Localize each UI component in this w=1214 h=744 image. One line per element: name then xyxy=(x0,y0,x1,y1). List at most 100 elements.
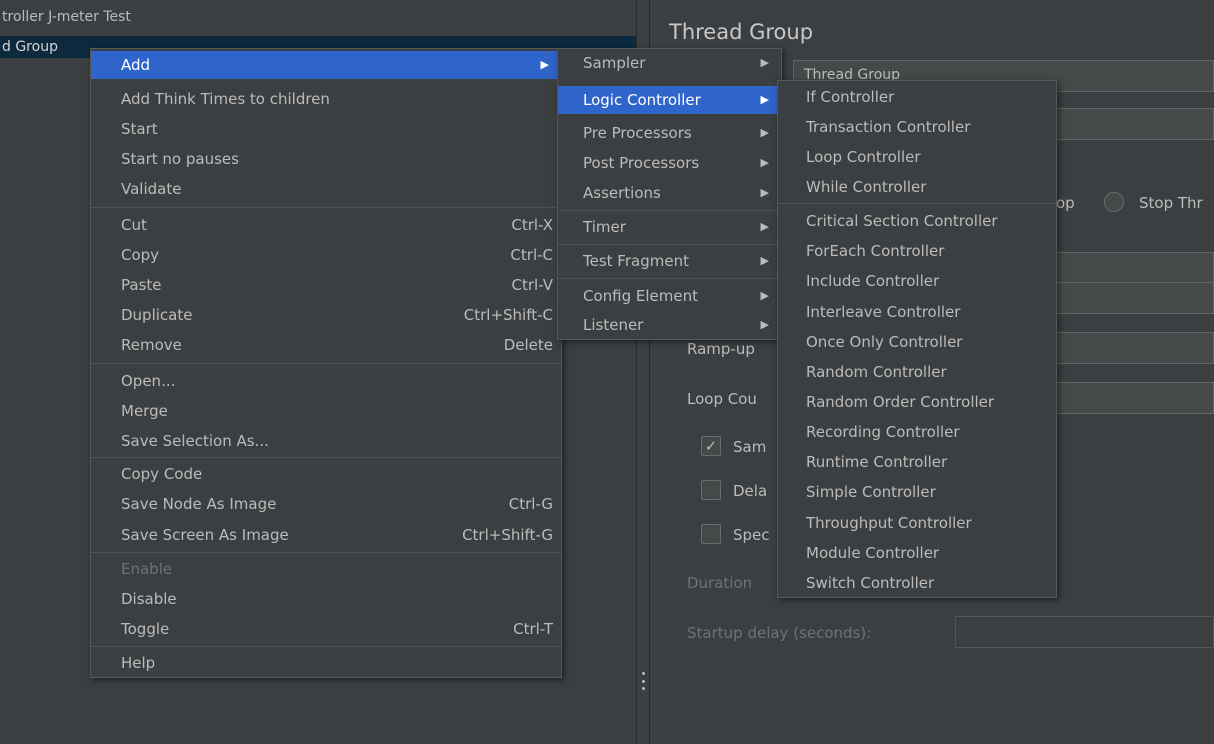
menu-item-help[interactable]: Help xyxy=(91,649,561,677)
menu-item-start-no-pauses[interactable]: Start no pauses xyxy=(91,145,561,173)
logic-controller-submenu: If Controller Transaction Controller Loo… xyxy=(777,80,1057,598)
submenu-arrow-icon: ▶ xyxy=(760,254,769,267)
logic-item-while-controller[interactable]: While Controller xyxy=(778,173,1056,201)
same-user-checkbox[interactable]: ✓ xyxy=(701,436,721,456)
menu-item-label: While Controller xyxy=(806,178,927,196)
logic-item-runtime-controller[interactable]: Runtime Controller xyxy=(778,448,1056,476)
menu-item-label: Module Controller xyxy=(806,544,940,562)
menu-item-save-node-as-image[interactable]: Save Node As Image Ctrl-G xyxy=(91,490,561,518)
submenu-arrow-icon: ▶ xyxy=(760,220,769,233)
menu-item-enable: Enable xyxy=(91,555,561,583)
submenu-item-assertions[interactable]: Assertions ▶ xyxy=(558,179,781,207)
menu-item-save-selection-as[interactable]: Save Selection As... xyxy=(91,427,561,455)
submenu-arrow-icon: ▶ xyxy=(760,156,769,169)
logic-item-random-controller[interactable]: Random Controller xyxy=(778,358,1056,386)
submenu-item-post-processors[interactable]: Post Processors ▶ xyxy=(558,149,781,177)
menu-separator xyxy=(91,363,561,364)
specify-lifetime-label: Spec xyxy=(733,526,770,544)
menu-separator xyxy=(91,646,561,647)
menu-item-validate[interactable]: Validate xyxy=(91,175,561,203)
menu-item-duplicate[interactable]: Duplicate Ctrl+Shift-C xyxy=(91,301,561,329)
menu-item-label: Simple Controller xyxy=(806,483,936,501)
menu-item-toggle[interactable]: Toggle Ctrl-T xyxy=(91,615,561,643)
submenu-item-logic-controller[interactable]: Logic Controller ▶ xyxy=(558,86,781,114)
page-title: Thread Group xyxy=(669,20,814,44)
submenu-item-timer[interactable]: Timer ▶ xyxy=(558,213,781,241)
stop-thread-radio[interactable] xyxy=(1104,192,1124,212)
submenu-arrow-icon: ▶ xyxy=(760,93,769,106)
menu-item-label: Critical Section Controller xyxy=(806,212,998,230)
menu-item-label: Pre Processors xyxy=(583,124,692,142)
menu-item-label: Copy Code xyxy=(121,465,203,483)
menu-item-copy-code[interactable]: Copy Code xyxy=(91,460,561,488)
specify-lifetime-checkbox[interactable] xyxy=(701,524,721,544)
submenu-arrow-icon: ▶ xyxy=(760,289,769,302)
menu-item-label: Include Controller xyxy=(806,272,940,290)
logic-item-loop-controller[interactable]: Loop Controller xyxy=(778,143,1056,171)
menu-item-disable[interactable]: Disable xyxy=(91,585,561,613)
menu-item-label: Logic Controller xyxy=(583,91,701,109)
logic-item-interleave-controller[interactable]: Interleave Controller xyxy=(778,298,1056,326)
logic-item-random-order-controller[interactable]: Random Order Controller xyxy=(778,388,1056,416)
menu-item-cut[interactable]: Cut Ctrl-X xyxy=(91,211,561,239)
menu-item-label: Loop Controller xyxy=(806,148,921,166)
submenu-arrow-icon: ▶ xyxy=(540,58,549,71)
menu-item-label: Recording Controller xyxy=(806,423,960,441)
menu-item-label: Random Order Controller xyxy=(806,393,995,411)
menu-item-label: Save Screen As Image xyxy=(121,526,289,544)
menu-item-save-screen-as-image[interactable]: Save Screen As Image Ctrl+Shift-G xyxy=(91,521,561,549)
menu-item-label: Transaction Controller xyxy=(806,118,971,136)
menu-separator xyxy=(558,244,781,245)
logic-item-include-controller[interactable]: Include Controller xyxy=(778,267,1056,295)
submenu-item-listener[interactable]: Listener ▶ xyxy=(558,311,781,339)
startup-delay-input[interactable] xyxy=(955,616,1214,648)
logic-item-critical-section-controller[interactable]: Critical Section Controller xyxy=(778,207,1056,235)
submenu-item-test-fragment[interactable]: Test Fragment ▶ xyxy=(558,247,781,275)
menu-item-shortcut: Ctrl+Shift-G xyxy=(462,526,553,544)
logic-item-recording-controller[interactable]: Recording Controller xyxy=(778,418,1056,446)
logic-item-once-only-controller[interactable]: Once Only Controller xyxy=(778,328,1056,356)
menu-item-label: Merge xyxy=(121,402,168,420)
logic-item-if-controller[interactable]: If Controller xyxy=(778,83,1056,111)
logic-item-transaction-controller[interactable]: Transaction Controller xyxy=(778,113,1056,141)
delay-thread-label: Dela xyxy=(733,482,768,500)
logic-item-throughput-controller[interactable]: Throughput Controller xyxy=(778,509,1056,537)
menu-item-shortcut: Ctrl-C xyxy=(510,246,553,264)
menu-item-merge[interactable]: Merge xyxy=(91,397,561,425)
submenu-arrow-icon: ▶ xyxy=(760,186,769,199)
menu-item-label: Test Fragment xyxy=(583,252,689,270)
menu-item-copy[interactable]: Copy Ctrl-C xyxy=(91,241,561,269)
tree-node-test-plan[interactable]: troller J-meter Test xyxy=(0,6,636,28)
submenu-item-pre-processors[interactable]: Pre Processors ▶ xyxy=(558,119,781,147)
menu-separator xyxy=(91,207,561,208)
submenu-item-sampler[interactable]: Sampler ▶ xyxy=(558,49,781,77)
menu-item-add-think-times[interactable]: Add Think Times to children xyxy=(91,85,561,113)
menu-item-start[interactable]: Start xyxy=(91,115,561,143)
menu-item-add[interactable]: Add ▶ xyxy=(91,51,561,79)
delay-thread-checkbox[interactable] xyxy=(701,480,721,500)
menu-item-label: Enable xyxy=(121,560,173,578)
menu-item-remove[interactable]: Remove Delete xyxy=(91,331,561,359)
menu-item-shortcut: Ctrl-G xyxy=(508,495,553,513)
menu-item-label: Remove xyxy=(121,336,182,354)
menu-item-paste[interactable]: Paste Ctrl-V xyxy=(91,271,561,299)
submenu-item-config-element[interactable]: Config Element ▶ xyxy=(558,282,781,310)
startup-delay-label: Startup delay (seconds): xyxy=(687,624,872,642)
menu-item-label: Listener xyxy=(583,316,644,334)
logic-item-simple-controller[interactable]: Simple Controller xyxy=(778,478,1056,506)
menu-item-label: Throughput Controller xyxy=(806,514,972,532)
menu-item-shortcut: Ctrl+Shift-C xyxy=(463,306,553,324)
menu-item-shortcut: Delete xyxy=(503,336,553,354)
menu-item-label: Cut xyxy=(121,216,147,234)
logic-item-foreach-controller[interactable]: ForEach Controller xyxy=(778,237,1056,265)
menu-item-label: Add xyxy=(121,56,151,74)
logic-item-module-controller[interactable]: Module Controller xyxy=(778,539,1056,567)
submenu-arrow-icon: ▶ xyxy=(760,56,769,69)
menu-item-label: Start no pauses xyxy=(121,150,239,168)
menu-separator xyxy=(558,278,781,279)
ramp-up-label: Ramp-up xyxy=(687,340,755,358)
menu-item-open[interactable]: Open... xyxy=(91,367,561,395)
logic-item-switch-controller[interactable]: Switch Controller xyxy=(778,569,1056,597)
menu-item-label: Runtime Controller xyxy=(806,453,948,471)
menu-item-label: Sampler xyxy=(583,54,646,72)
